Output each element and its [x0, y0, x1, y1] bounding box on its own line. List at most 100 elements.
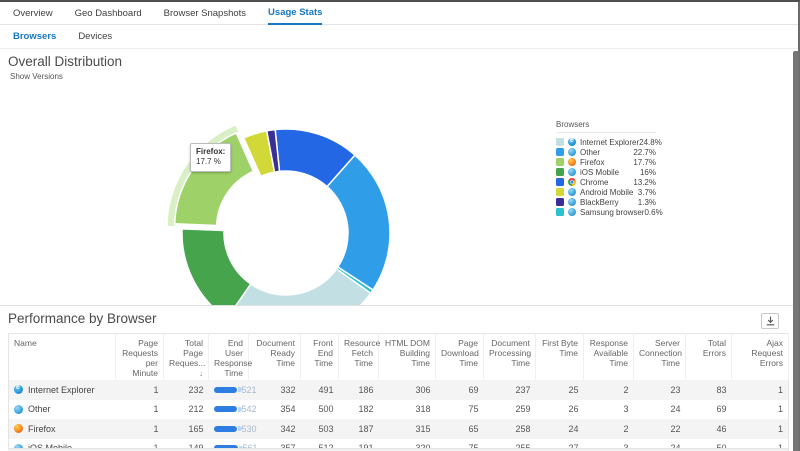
column-header-response-available-time[interactable]: Response Available Time — [584, 334, 634, 381]
column-header-document-processing-time[interactable]: Document Processing Time — [484, 334, 536, 381]
download-icon — [766, 314, 775, 329]
legend-item-firefox[interactable]: Firefox17.7% — [556, 157, 656, 167]
column-header-label: Front End Time — [313, 338, 333, 368]
cell-page-download-time: 69 — [436, 380, 484, 400]
column-header-total-errors[interactable]: Total Errors — [686, 334, 732, 381]
row-name-cell: Internet Explorer — [9, 380, 116, 400]
table-row-other[interactable]: Other12125423545001823187525926324691 — [9, 400, 789, 420]
legend-swatch — [556, 148, 564, 156]
legend-swatch — [556, 208, 564, 216]
subtab-browsers[interactable]: Browsers — [13, 31, 56, 42]
legend-item-blackberry[interactable]: BlackBerry1.3% — [556, 197, 656, 207]
column-header-page-download-time[interactable]: Page Download Time — [436, 334, 484, 381]
globe-icon — [568, 208, 576, 216]
cell-total-errors: 69 — [686, 400, 732, 420]
column-header-resource-fetch-time[interactable]: Resource Fetch Time — [339, 334, 379, 381]
cell-end-user-response-time: 542 — [209, 400, 249, 420]
column-header-server-connection-time[interactable]: Server Connection Time — [634, 334, 686, 381]
legend-value: 17.7% — [633, 158, 656, 167]
tab-bar: Overview Geo Dashboard Browser Snapshots Us… — [0, 2, 800, 25]
cell-total-page-reques: 232 — [164, 380, 209, 400]
legend-swatch — [556, 158, 564, 166]
cell-total-errors: 46 — [686, 419, 732, 439]
cell-front-end-time: 491 — [301, 380, 339, 400]
column-header-label: Response Available Time — [590, 338, 628, 368]
response-time-bar — [214, 426, 237, 432]
cell-end-user-response-time: 530 — [209, 419, 249, 439]
legend-item-chrome[interactable]: Chrome13.2% — [556, 177, 656, 187]
legend-value: 3.7% — [638, 188, 656, 197]
legend-label: iOS Mobile — [580, 168, 640, 177]
table-row-firefox[interactable]: Firefox11655303425031873156525824222461 — [9, 419, 789, 439]
cell-document-processing-time: 259 — [484, 400, 536, 420]
legend-item-ios-mobile[interactable]: iOS Mobile16% — [556, 167, 656, 177]
column-header-label: HTML DOM Building Time — [385, 338, 430, 368]
section-title-overall-distribution: Overall Distribution — [8, 54, 122, 69]
column-header-name[interactable]: Name — [9, 334, 116, 381]
cell-page-requests-per-minute: 1 — [116, 380, 164, 400]
cell-page-requests-per-minute: 1 — [116, 419, 164, 439]
column-header-front-end-time[interactable]: Front End Time — [301, 334, 339, 381]
subtab-bar: Browsers Devices — [0, 25, 800, 49]
ie-icon — [14, 385, 23, 394]
legend-label: BlackBerry — [580, 198, 638, 207]
column-header-end-user-response-time[interactable]: End User Response Time — [209, 334, 249, 381]
show-versions-link[interactable]: Show Versions — [10, 72, 63, 81]
globe-icon — [568, 148, 576, 156]
cell-page-requests-per-minute: 1 — [116, 400, 164, 420]
cell-document-processing-time: 258 — [484, 419, 536, 439]
browser-name: Internet Explorer — [28, 385, 95, 395]
performance-header: Performance by Browser — [0, 306, 800, 333]
cell-resource-fetch-time: 186 — [339, 380, 379, 400]
legend-swatch — [556, 188, 564, 196]
tab-geo-dashboard[interactable]: Geo Dashboard — [75, 2, 142, 24]
column-header-label: End User Response Time — [214, 338, 252, 378]
legend-item-internet-explorer[interactable]: Internet Explorer24.8% — [556, 137, 656, 147]
tab-overview[interactable]: Overview — [13, 2, 53, 24]
legend-item-other[interactable]: Other22.7% — [556, 147, 656, 157]
cell-first-byte-time: 25 — [536, 380, 584, 400]
tab-browser-snapshots[interactable]: Browser Snapshots — [164, 2, 246, 24]
cell-value: 530 — [242, 424, 257, 434]
cell-html-dom-building-time: 315 — [379, 419, 436, 439]
column-header-document-ready-time[interactable]: Document Ready Time — [249, 334, 301, 381]
cell-ajax-request-errors: 1 — [732, 380, 789, 400]
vertical-scrollbar[interactable] — [793, 51, 799, 451]
legend-title: Browsers — [556, 120, 656, 133]
cell-server-connection-time: 24 — [634, 400, 686, 420]
legend-label: Chrome — [580, 178, 633, 187]
cell-total-page-reques: 212 — [164, 400, 209, 420]
legend-label: Other — [580, 148, 633, 157]
cell-front-end-time: 500 — [301, 400, 339, 420]
column-header-page-requests-per-minute[interactable]: Page Requests per Minute — [116, 334, 164, 381]
column-header-label: Document Processing Time — [489, 338, 531, 368]
legend-value: 13.2% — [633, 178, 656, 187]
column-header-label: Page Download Time — [441, 338, 479, 368]
tab-usage-stats[interactable]: Usage Stats — [268, 2, 322, 25]
cell-response-available-time: 3 — [584, 400, 634, 420]
legend-item-android-mobile[interactable]: Android Mobile3.7% — [556, 187, 656, 197]
legend-item-samsung-browser[interactable]: Samsung browser0.6% — [556, 207, 656, 217]
legend-label: Internet Explorer — [580, 138, 639, 147]
cell-total-errors: 83 — [686, 380, 732, 400]
subtab-devices[interactable]: Devices — [78, 31, 112, 42]
legend-value: 24.8% — [639, 138, 662, 147]
column-header-html-dom-building-time[interactable]: HTML DOM Building Time — [379, 334, 436, 381]
download-button[interactable] — [761, 313, 779, 329]
response-time-bar — [214, 406, 237, 412]
legend-items: Internet Explorer24.8%Other22.7%Firefox1… — [556, 137, 656, 217]
column-header-label: Server Connection Time — [639, 338, 682, 368]
column-header-first-byte-time[interactable]: First Byte Time — [536, 334, 584, 381]
firefox-icon — [568, 158, 576, 166]
firefox-icon — [14, 424, 23, 433]
table-row-internet-explorer[interactable]: Internet Explorer12325213324911863066923… — [9, 380, 789, 400]
performance-section: Performance by Browser NamePage Requests… — [0, 305, 800, 451]
tooltip-series-label: Firefox: — [196, 147, 225, 157]
globe-icon — [568, 188, 576, 196]
column-header-total-page-reques[interactable]: Total Page Reques... ↓ — [164, 334, 209, 381]
legend-swatch — [556, 168, 564, 176]
legend-swatch — [556, 198, 564, 206]
column-header-ajax-request-errors[interactable]: Ajax Request Errors — [732, 334, 789, 381]
legend-value: 1.3% — [638, 198, 656, 207]
cell-page-download-time: 75 — [436, 400, 484, 420]
